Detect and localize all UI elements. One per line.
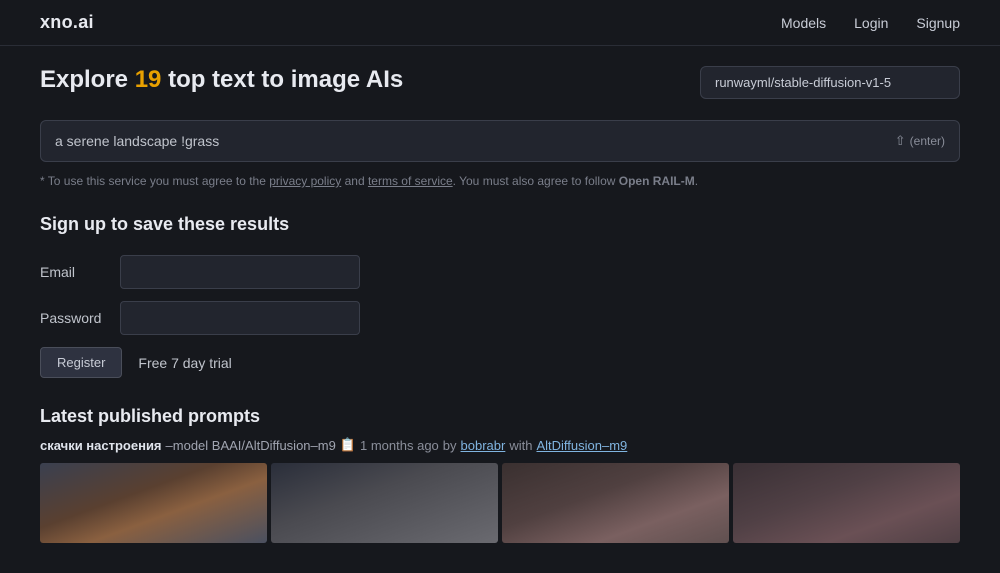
- image-1[interactable]: [40, 463, 267, 543]
- image-2[interactable]: [271, 463, 498, 543]
- explore-heading-area: Explore 19 top text to image AIs: [40, 66, 690, 110]
- prompt-meta: скачки настроения –model BAAI/AltDiffusi…: [40, 437, 960, 453]
- main-content: Explore 19 top text to image AIs runwaym…: [0, 46, 1000, 573]
- image-grid: [40, 463, 960, 543]
- prompt-model-link[interactable]: AltDiffusion–m9: [536, 438, 627, 453]
- password-row: Password: [40, 301, 960, 335]
- image-3[interactable]: [502, 463, 729, 543]
- prompt-user-link[interactable]: bobrabr: [461, 438, 506, 453]
- prompt-display: a serene landscape !grass: [55, 133, 219, 149]
- terms-and: and: [341, 174, 368, 188]
- prompt-with: with: [509, 438, 532, 453]
- email-label: Email: [40, 264, 120, 280]
- email-input[interactable]: [120, 255, 360, 289]
- terms-text: * To use this service you must agree to …: [40, 172, 960, 190]
- explore-number: 19: [135, 66, 162, 93]
- explore-suffix: top text to image AIs: [161, 66, 403, 93]
- top-area: Explore 19 top text to image AIs runwaym…: [40, 66, 960, 110]
- signup-heading: Sign up to save these results: [40, 214, 960, 235]
- model-selector-area: runwayml/stable-diffusion-v1-5: [700, 66, 960, 99]
- enter-hint: ⇧ (enter): [895, 133, 945, 149]
- open-rail-text: Open RAIL-M: [619, 174, 695, 188]
- terms-of-service-link[interactable]: terms of service: [368, 174, 453, 188]
- register-row: Register Free 7 day trial: [40, 347, 960, 378]
- password-input[interactable]: [120, 301, 360, 335]
- password-label: Password: [40, 310, 120, 326]
- email-row: Email: [40, 255, 960, 289]
- model-selector-button[interactable]: runwayml/stable-diffusion-v1-5: [700, 66, 960, 99]
- privacy-policy-link[interactable]: privacy policy: [269, 174, 341, 188]
- explore-prefix: Explore: [40, 66, 135, 93]
- prompt-title: скачки настроения: [40, 438, 162, 453]
- prompt-wrapper: a serene landscape !grass ⇧ (enter): [40, 120, 960, 162]
- nav-login[interactable]: Login: [854, 15, 888, 31]
- enter-hint-text: (enter): [910, 134, 945, 148]
- prompt-time: 1 months ago: [360, 438, 439, 453]
- navbar: xno.ai Models Login Signup: [0, 0, 1000, 45]
- register-button[interactable]: Register: [40, 347, 122, 378]
- image-4[interactable]: [733, 463, 960, 543]
- terms-end: .: [695, 174, 698, 188]
- prompt-emoji: 📋: [340, 437, 356, 453]
- prompt-model-flag: –model BAAI/AltDiffusion–m9: [166, 438, 336, 453]
- enter-arrow-icon: ⇧: [895, 133, 906, 149]
- explore-heading: Explore 19 top text to image AIs: [40, 66, 690, 94]
- nav-signup[interactable]: Signup: [916, 15, 960, 31]
- prompt-container[interactable]: a serene landscape !grass ⇧ (enter): [40, 120, 960, 162]
- nav-models[interactable]: Models: [781, 15, 826, 31]
- nav-links: Models Login Signup: [781, 15, 960, 31]
- latest-heading: Latest published prompts: [40, 406, 960, 427]
- terms-middle: . You must also agree to follow: [453, 174, 619, 188]
- site-logo[interactable]: xno.ai: [40, 12, 94, 33]
- free-trial-text: Free 7 day trial: [138, 355, 231, 371]
- prompt-by: by: [443, 438, 457, 453]
- terms-prefix: * To use this service you must agree to …: [40, 174, 269, 188]
